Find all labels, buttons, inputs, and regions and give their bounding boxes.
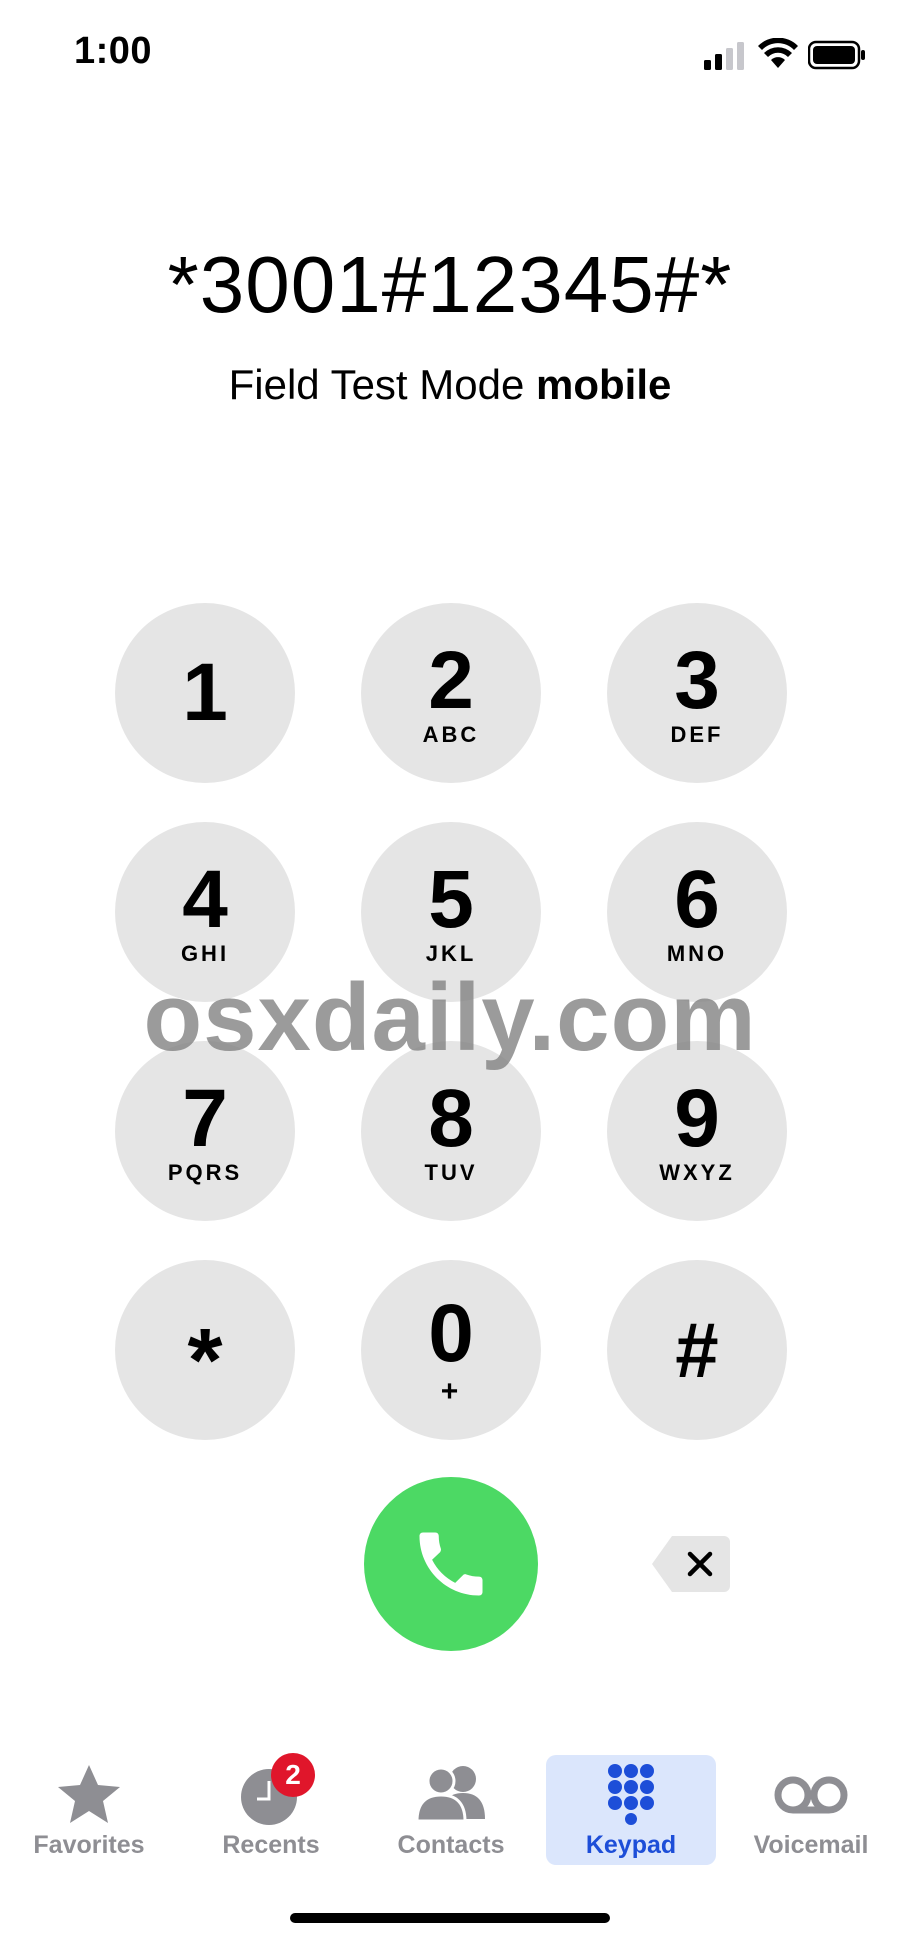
tab-label: Favorites (33, 1831, 145, 1859)
star-icon (58, 1765, 120, 1823)
tab-recents[interactable]: 2 Recents (186, 1753, 356, 1865)
recents-icon-wrap: 2 (231, 1753, 315, 1825)
home-indicator[interactable] (290, 1913, 610, 1923)
key-digit: * (187, 1311, 223, 1411)
key-digit: 8 (428, 1073, 474, 1164)
key-digit: 4 (182, 854, 228, 945)
key-7[interactable]: 7 PQRS (115, 1041, 295, 1221)
key-6[interactable]: 6 MNO (607, 822, 787, 1002)
key-1[interactable]: 1 (115, 603, 295, 783)
key-letters: TUV (424, 1160, 478, 1185)
key-digit: 1 (182, 647, 228, 738)
key-3[interactable]: 3 DEF (607, 603, 787, 783)
key-letters: JKL (425, 941, 477, 966)
keypad-grid-icon (608, 1764, 654, 1825)
key-letters: + (440, 1375, 462, 1408)
backspace-icon[interactable] (650, 1534, 732, 1594)
key-digit: 9 (674, 1073, 720, 1164)
caller-number-label: mobile (536, 361, 672, 408)
key-0[interactable]: 0 + (361, 1260, 541, 1440)
people-icon (415, 1766, 485, 1823)
key-star[interactable]: * (115, 1260, 295, 1440)
key-2[interactable]: 2 ABC (361, 603, 541, 783)
caller-name: Field Test Mode (228, 361, 525, 408)
key-9[interactable]: 9 WXYZ (607, 1041, 787, 1221)
key-digit: 0 (428, 1288, 474, 1379)
tab-label: Voicemail (753, 1831, 869, 1859)
key-letters: ABC (422, 722, 480, 747)
call-button[interactable] (364, 1477, 538, 1651)
key-letters: GHI (180, 941, 230, 966)
tab-voicemail[interactable]: Voicemail (726, 1755, 896, 1865)
key-digit: 6 (674, 854, 720, 945)
key-digit: 3 (674, 635, 720, 726)
caller-info: Field Test Mode mobile (0, 364, 900, 406)
key-letters: MNO (666, 941, 728, 966)
tab-keypad[interactable]: Keypad (546, 1755, 716, 1865)
wifi-icon (758, 38, 798, 68)
recents-badge: 2 (271, 1753, 315, 1797)
tab-favorites[interactable]: Favorites (4, 1755, 174, 1865)
key-8[interactable]: 8 TUV (361, 1041, 541, 1221)
tab-label: Contacts (397, 1831, 505, 1859)
phone-icon (419, 1532, 483, 1596)
key-digit: 2 (428, 635, 474, 726)
key-digit: 5 (428, 854, 474, 945)
key-letters: DEF (670, 722, 724, 747)
status-time: 1:00 (74, 30, 153, 72)
dialed-number: *3001#12345#* (167, 240, 733, 329)
key-digit: 7 (182, 1073, 228, 1164)
tab-label: Keypad (585, 1831, 677, 1859)
key-4[interactable]: 4 GHI (115, 822, 295, 1002)
battery-icon (808, 40, 865, 70)
key-5[interactable]: 5 JKL (361, 822, 541, 1002)
signal-icon (704, 42, 744, 70)
tab-label: Recents (222, 1831, 320, 1859)
voicemail-icon (774, 1776, 848, 1814)
tab-contacts[interactable]: Contacts (366, 1755, 536, 1865)
key-digit: # (675, 1306, 719, 1394)
key-letters: WXYZ (659, 1160, 735, 1185)
key-hash[interactable]: # (607, 1260, 787, 1440)
key-letters: PQRS (167, 1160, 243, 1185)
